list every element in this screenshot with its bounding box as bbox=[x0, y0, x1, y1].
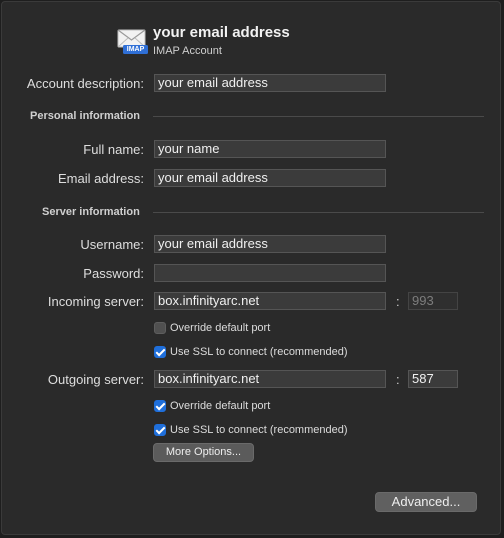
advanced-button[interactable]: Advanced... bbox=[375, 492, 477, 512]
mail-envelope-icon: IMAP bbox=[117, 27, 148, 55]
incoming-port-separator: : bbox=[396, 294, 400, 309]
server-info-divider bbox=[153, 212, 484, 213]
incoming-ssl-checkbox[interactable] bbox=[154, 346, 166, 358]
incoming-override-port-checkbox[interactable] bbox=[154, 322, 166, 334]
imap-badge: IMAP bbox=[126, 46, 145, 53]
username-label: Username: bbox=[80, 237, 144, 252]
incoming-ssl-label: Use SSL to connect (recommended) bbox=[170, 346, 348, 358]
account-description-label: Account description: bbox=[26, 76, 144, 91]
account-description-field[interactable]: your email address bbox=[154, 74, 386, 92]
outgoing-port-field[interactable]: 587 bbox=[408, 370, 458, 388]
password-label: Password: bbox=[83, 266, 144, 281]
incoming-server-field[interactable]: box.infinityarc.net bbox=[154, 292, 386, 310]
password-field[interactable] bbox=[154, 264, 386, 282]
account-title: your email address bbox=[153, 24, 290, 41]
email-address-field[interactable]: your email address bbox=[154, 169, 386, 187]
personal-info-heading: Personal information bbox=[30, 110, 141, 122]
outgoing-port-separator: : bbox=[396, 372, 400, 387]
more-options-button[interactable]: More Options... bbox=[153, 443, 254, 462]
outgoing-ssl-label: Use SSL to connect (recommended) bbox=[170, 424, 348, 436]
username-field[interactable]: your email address bbox=[154, 235, 386, 253]
outgoing-override-port-checkbox[interactable] bbox=[154, 400, 166, 412]
server-info-heading: Server information bbox=[42, 206, 140, 218]
account-settings-panel: IMAP your email address IMAP Account Acc… bbox=[1, 1, 501, 535]
full-name-field[interactable]: your name bbox=[154, 140, 386, 158]
outgoing-override-port-label: Override default port bbox=[170, 400, 271, 412]
outgoing-server-label: Outgoing server: bbox=[47, 372, 144, 387]
account-type: IMAP Account bbox=[153, 45, 222, 57]
email-address-label: Email address: bbox=[58, 171, 144, 186]
outgoing-server-field[interactable]: box.infinityarc.net bbox=[154, 370, 386, 388]
outgoing-ssl-checkbox[interactable] bbox=[154, 424, 166, 436]
full-name-label: Full name: bbox=[83, 142, 144, 157]
incoming-server-label: Incoming server: bbox=[47, 294, 144, 309]
incoming-port-field[interactable]: 993 bbox=[408, 292, 458, 310]
personal-info-divider bbox=[153, 116, 484, 117]
incoming-override-port-label: Override default port bbox=[170, 322, 271, 334]
